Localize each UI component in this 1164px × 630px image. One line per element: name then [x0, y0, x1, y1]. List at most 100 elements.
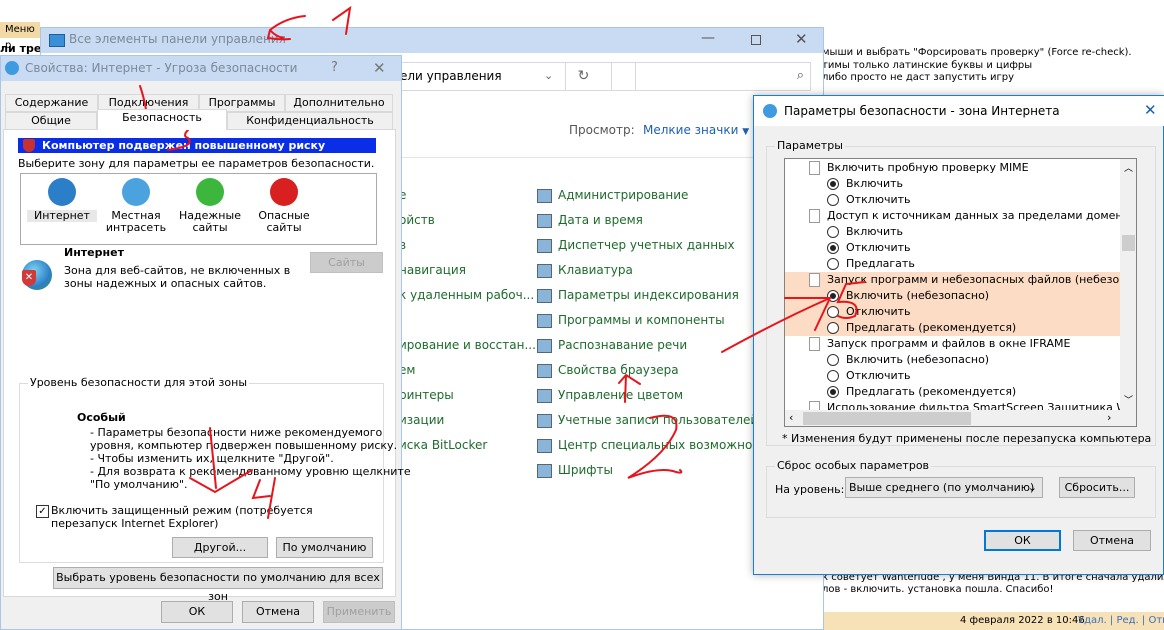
- tab-content[interactable]: Содержание: [5, 94, 98, 112]
- document-icon: [809, 337, 820, 351]
- zone-item[interactable]: Опасные сайты: [249, 178, 319, 234]
- chevron-down-icon: ⌄: [1027, 481, 1037, 494]
- vertical-scrollbar[interactable]: ︿ ﹀: [1120, 159, 1136, 410]
- control-panel-item[interactable]: к удаленным рабоч...: [399, 288, 534, 302]
- scroll-right-icon[interactable]: ›: [1107, 411, 1111, 424]
- radio-button[interactable]: [827, 178, 839, 190]
- search-input[interactable]: ⌕: [611, 62, 811, 91]
- item-label: Управление цветом: [558, 388, 684, 402]
- close-button[interactable]: ✕: [373, 59, 386, 77]
- level-label: На уровень:: [775, 483, 845, 496]
- ok-button[interactable]: ОК: [984, 530, 1061, 551]
- close-button[interactable]: ✕: [1144, 101, 1157, 119]
- settings-list[interactable]: Включить пробную проверку MIME Включить От…: [784, 158, 1137, 427]
- zone-label: Опасные сайты: [258, 209, 310, 234]
- warning-bar: Компьютер подвержен повышенному риску: [18, 138, 376, 153]
- reset-level-select[interactable]: Выше среднего (по умолчанию) ⌄: [845, 477, 1043, 498]
- cancel-button[interactable]: Отмена: [242, 601, 314, 623]
- scroll-thumb[interactable]: [803, 412, 971, 425]
- document-icon: [809, 161, 820, 175]
- tab-privacy[interactable]: Конфиденциальность: [227, 112, 393, 130]
- scroll-thumb[interactable]: [1122, 235, 1135, 251]
- delete-link[interactable]: Удал.: [1078, 615, 1107, 626]
- item-label: Центр специальных возможностей: [558, 438, 782, 452]
- option-label: Предлагать (рекомендуется): [846, 321, 1017, 334]
- zone-label: Интернет: [27, 210, 97, 222]
- address-bar[interactable]: ели управления ⌄ ↻: [391, 62, 636, 91]
- dialog-title: Свойства: Интернет - Угроза безопасности: [25, 61, 298, 75]
- cancel-button[interactable]: Отмена: [1073, 530, 1151, 551]
- setting-label: Включить пробную проверку MIME: [827, 161, 1029, 174]
- item-label: Диспетчер учетных данных: [558, 238, 735, 252]
- internet-options-icon: [5, 61, 19, 75]
- programs-icon: [537, 314, 552, 328]
- view-dropdown[interactable]: Мелкие значки ▼: [643, 123, 749, 137]
- forum-line: мыши и выбрать "Форсировать проверку" (F…: [822, 47, 1132, 58]
- address-text: ели управления: [400, 69, 502, 83]
- control-panel-item[interactable]: ринтеры: [399, 388, 454, 402]
- radio-button[interactable]: [827, 226, 839, 238]
- default-level-button[interactable]: По умолчанию: [276, 537, 373, 558]
- radio-button[interactable]: [827, 370, 839, 382]
- zone-label: Надежные сайты: [179, 209, 241, 234]
- post-actions[interactable]: Удал. | Ред. | Отве: [1078, 615, 1164, 626]
- edit-link[interactable]: Ред.: [1116, 615, 1138, 626]
- forum-line: тимы только латинские буквы и цифры: [822, 60, 1033, 71]
- zone-item[interactable]: Надежные сайты: [175, 178, 245, 234]
- warning-text: Компьютер подвержен повышенному риску: [42, 139, 326, 152]
- select-value: Выше среднего (по умолчанию): [849, 481, 1035, 494]
- zone-item[interactable]: Интернет: [27, 178, 97, 222]
- radio-button[interactable]: [827, 194, 839, 206]
- view-value: Мелкие значки: [643, 123, 739, 137]
- apply-button[interactable]: Применить: [323, 601, 395, 623]
- credential-manager-icon: [537, 239, 552, 253]
- custom-level-button[interactable]: Другой...: [172, 537, 268, 558]
- option-label: Включить: [846, 177, 904, 190]
- date-time-icon: [537, 214, 552, 228]
- control-panel-item[interactable]: изации: [399, 413, 444, 427]
- maximize-button[interactable]: [751, 35, 761, 45]
- sites-button[interactable]: Сайты: [310, 252, 383, 273]
- refresh-button[interactable]: ↻: [565, 63, 601, 90]
- forum-line: лов - включить. установка пошла. Спасибо…: [822, 584, 1054, 595]
- option-label: Включить: [846, 225, 904, 238]
- forum-menu-tab[interactable]: Меню р: [0, 22, 40, 51]
- radio-button[interactable]: [827, 322, 839, 334]
- zone-list[interactable]: Интернет Местная интрасеть Надежные сайты О…: [20, 173, 377, 245]
- tab-security[interactable]: Безопасность: [97, 109, 227, 130]
- scroll-down-icon[interactable]: ﹀: [1124, 393, 1133, 406]
- scroll-up-icon[interactable]: ︿: [1124, 161, 1133, 174]
- document-icon: [809, 209, 820, 223]
- zone-item[interactable]: Местная интрасеть: [101, 178, 171, 234]
- document-icon: [809, 273, 820, 287]
- protected-mode-checkbox[interactable]: ✓: [36, 505, 49, 518]
- item-label: Свойства браузера: [558, 363, 679, 377]
- close-button[interactable]: ✕: [795, 30, 808, 48]
- security-level-group: Уровень безопасности для этой зоны Особы…: [19, 376, 411, 563]
- control-panel-icon: [49, 34, 65, 47]
- radio-button[interactable]: [827, 242, 839, 254]
- ok-button[interactable]: ОК: [161, 601, 233, 623]
- control-panel-item[interactable]: ойств: [399, 213, 435, 227]
- reset-all-zones-button[interactable]: Выбрать уровень безопасности по умолчани…: [53, 567, 383, 603]
- reply-link[interactable]: Отве: [1148, 615, 1164, 626]
- control-panel-item[interactable]: навигация: [399, 263, 466, 277]
- control-panel-item[interactable]: иска BitLocker: [399, 438, 487, 452]
- scroll-left-icon[interactable]: ‹: [789, 411, 793, 424]
- chevron-down-icon[interactable]: ⌄: [544, 69, 553, 82]
- tab-general[interactable]: Общие: [5, 112, 97, 130]
- minimize-button[interactable]: —: [701, 30, 715, 46]
- tab-advanced[interactable]: Дополнительно: [285, 94, 393, 112]
- protected-mode-label[interactable]: Включить защищенный режим (потребуется п…: [51, 504, 351, 530]
- radio-button[interactable]: [827, 290, 839, 302]
- radio-button[interactable]: [827, 306, 839, 318]
- control-panel-item[interactable]: ирование и восстан...: [399, 338, 536, 352]
- radio-button[interactable]: [827, 386, 839, 398]
- setting-label: Использование фильтра SmartScreen Защитн…: [827, 401, 1120, 410]
- radio-button[interactable]: [827, 258, 839, 270]
- group-label: Параметры: [775, 139, 845, 152]
- reset-button[interactable]: Сбросить...: [1059, 477, 1135, 498]
- help-button[interactable]: ?: [331, 60, 338, 75]
- horizontal-scrollbar[interactable]: ‹ ›: [785, 410, 1136, 426]
- radio-button[interactable]: [827, 354, 839, 366]
